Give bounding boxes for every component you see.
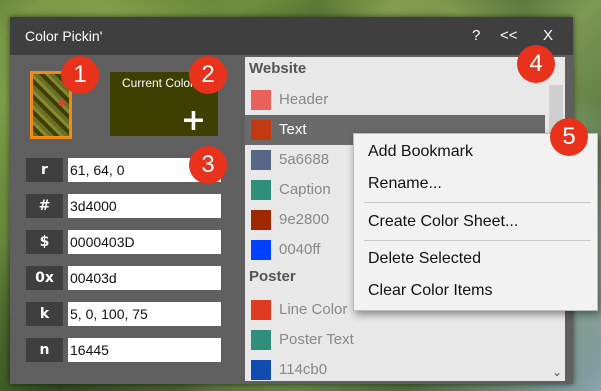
current-color-label: Current Color xyxy=(122,76,195,90)
hex-field[interactable]: 3d4000 xyxy=(68,194,221,218)
context-menu: Add Bookmark Rename... Create Color Shee… xyxy=(353,133,598,311)
item-label: Header xyxy=(279,91,329,108)
item-label: Caption xyxy=(279,181,331,198)
close-button[interactable]: X xyxy=(543,27,553,44)
item-label: 9e2800 xyxy=(279,211,330,228)
list-item[interactable]: Header xyxy=(245,85,545,115)
color-swatch xyxy=(251,90,271,110)
menu-create-color-sheet[interactable]: Create Color Sheet... xyxy=(368,213,518,231)
title-bar[interactable]: Color Pickin' ? << X xyxy=(10,17,573,55)
chevron-down-icon[interactable]: ⌄ xyxy=(552,365,562,379)
callout-badge-1: 1 xyxy=(61,56,99,94)
help-button[interactable]: ? xyxy=(472,27,480,44)
cmyk-field[interactable]: 5, 0, 100, 75 xyxy=(68,302,221,326)
callout-badge-5: 5 xyxy=(550,118,588,156)
field-row-dollar: $ 0000403D xyxy=(26,230,221,254)
field-row-0x: 0x 00403d xyxy=(26,266,221,290)
item-label: 5a6688 xyxy=(279,151,330,168)
crosshair-icon xyxy=(58,99,66,107)
item-label: Text xyxy=(279,121,307,138)
menu-add-bookmark[interactable]: Add Bookmark xyxy=(368,143,473,161)
callout-badge-2: 2 xyxy=(189,56,227,94)
add-color-button[interactable]: + xyxy=(181,106,206,136)
number-field[interactable]: 16445 xyxy=(68,338,221,362)
group-header-poster[interactable]: Poster xyxy=(249,268,296,285)
0x-hex-field[interactable]: 00403d xyxy=(68,266,221,290)
color-swatch xyxy=(251,360,271,380)
menu-divider xyxy=(364,202,591,203)
color-swatch xyxy=(251,120,271,140)
item-label: 114cb0 xyxy=(279,361,328,378)
field-key: r xyxy=(26,158,63,182)
collapse-button[interactable]: << xyxy=(500,27,518,44)
list-item[interactable]: Poster Text xyxy=(245,325,545,355)
item-label: Poster Text xyxy=(279,331,354,348)
color-swatch xyxy=(251,210,271,230)
field-key: k xyxy=(26,302,63,326)
field-key: 0x xyxy=(26,266,63,290)
color-swatch xyxy=(251,300,271,320)
callout-badge-4: 4 xyxy=(517,45,555,83)
menu-divider xyxy=(364,240,591,241)
color-swatch xyxy=(251,240,271,260)
color-swatch xyxy=(251,330,271,350)
field-row-number: n 16445 xyxy=(26,338,221,362)
item-label: Line Color xyxy=(279,301,348,318)
list-item[interactable]: 114cb0 xyxy=(245,355,545,381)
menu-clear-color-items[interactable]: Clear Color Items xyxy=(368,282,492,300)
item-label: 0040ff xyxy=(279,241,321,258)
color-swatch xyxy=(251,150,271,170)
callout-badge-3: 3 xyxy=(189,146,227,184)
field-key: $ xyxy=(26,230,63,254)
menu-delete-selected[interactable]: Delete Selected xyxy=(368,250,481,268)
menu-rename[interactable]: Rename... xyxy=(368,175,442,193)
field-row-hex: # 3d4000 xyxy=(26,194,221,218)
field-key: n xyxy=(26,338,63,362)
dollar-hex-field[interactable]: 0000403D xyxy=(68,230,221,254)
field-key: # xyxy=(26,194,63,218)
color-swatch xyxy=(251,180,271,200)
window-title: Color Pickin' xyxy=(25,28,103,44)
group-header-website[interactable]: Website xyxy=(249,60,306,77)
field-row-cmyk: k 5, 0, 100, 75 xyxy=(26,302,221,326)
